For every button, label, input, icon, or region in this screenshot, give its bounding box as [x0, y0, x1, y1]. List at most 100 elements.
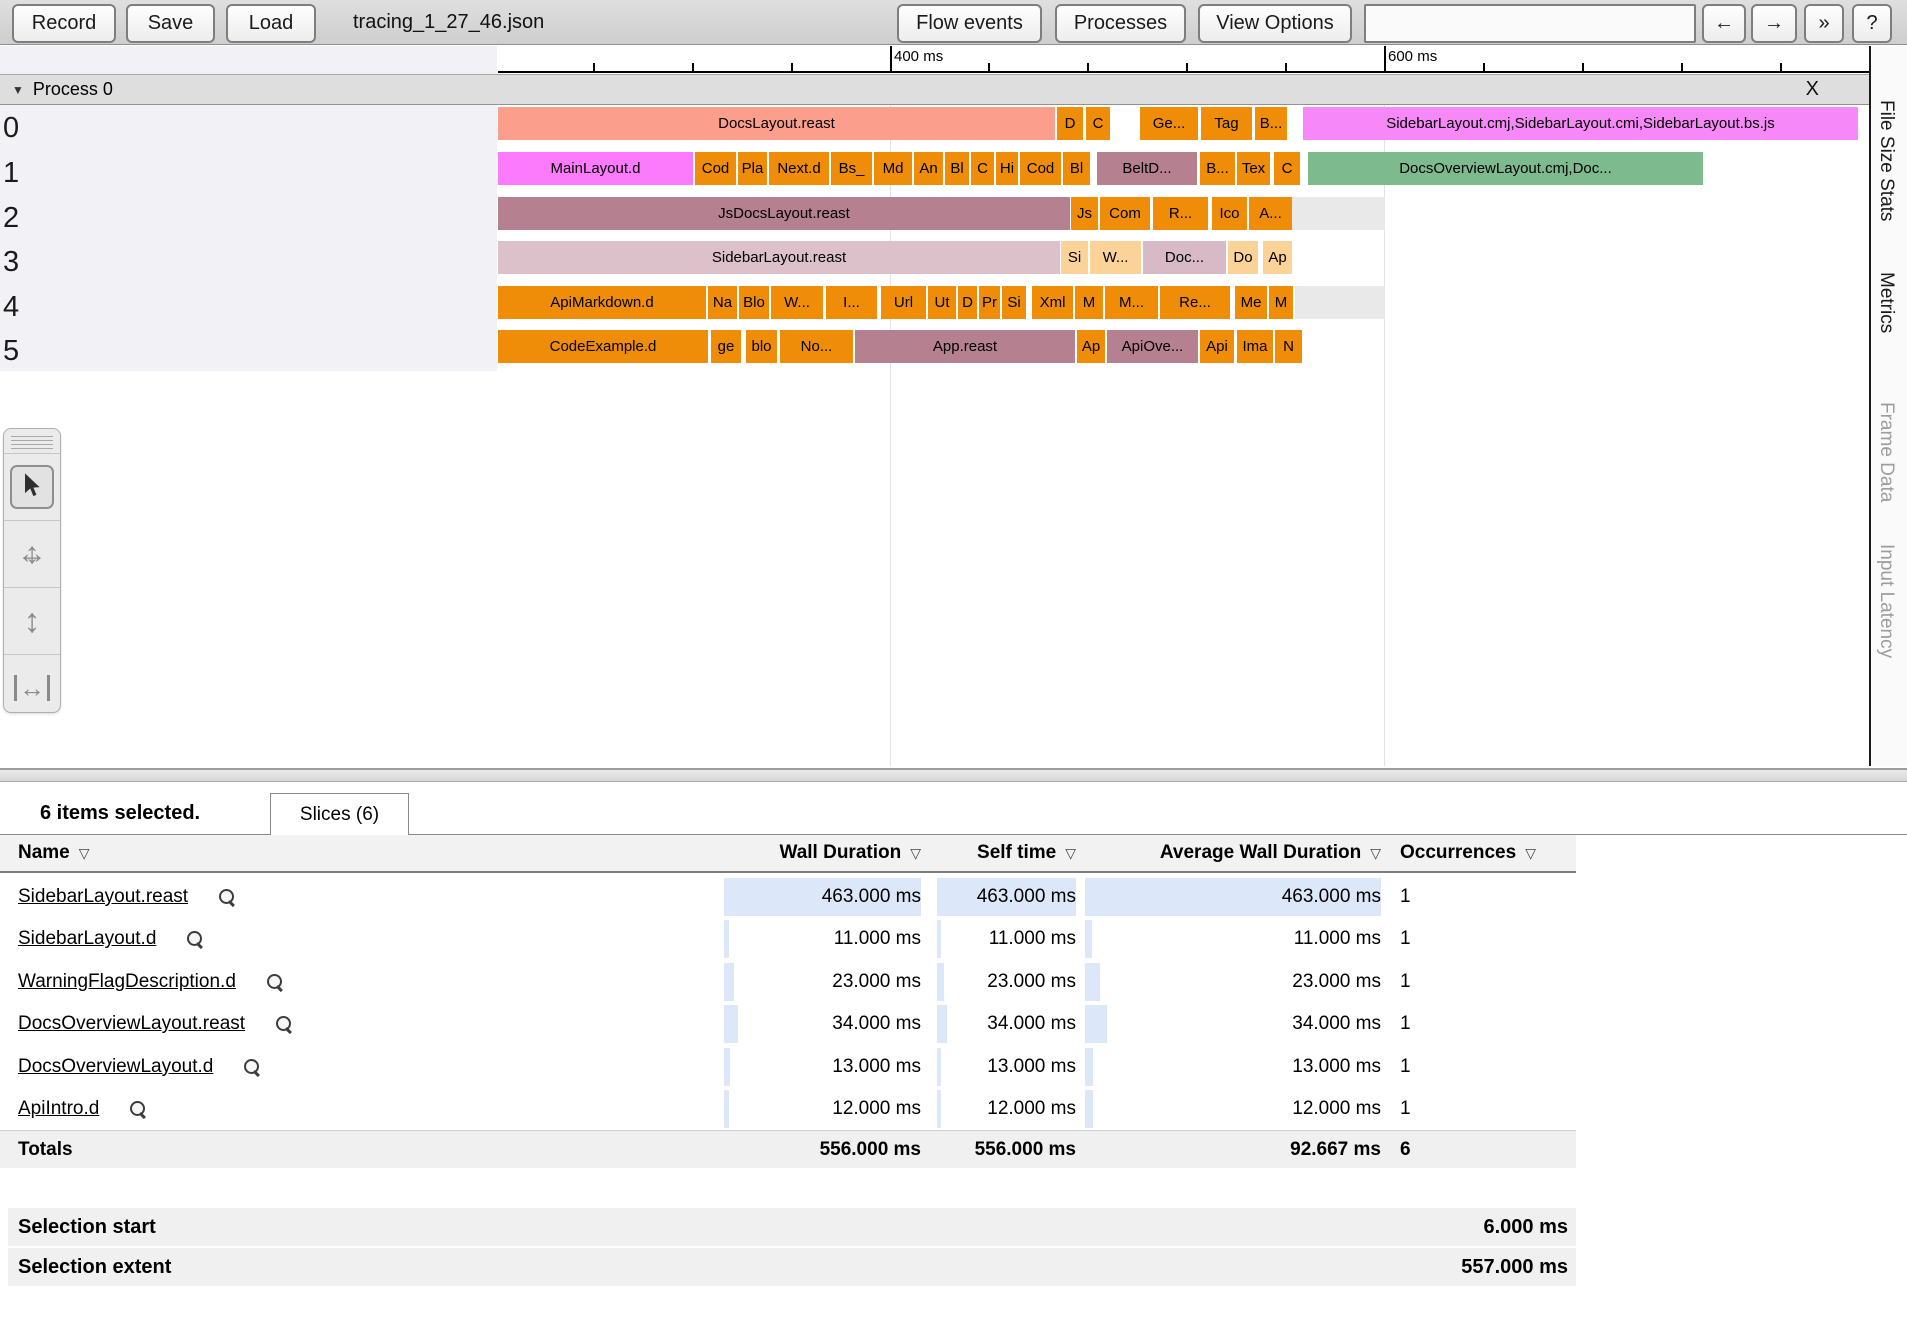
magnifier-icon[interactable]: [186, 930, 204, 948]
slice[interactable]: Next.d: [769, 152, 829, 185]
slice[interactable]: R...: [1153, 197, 1208, 230]
slice[interactable]: Md: [874, 152, 912, 185]
slice[interactable]: Ap: [1263, 241, 1292, 274]
slice[interactable]: Doc...: [1143, 241, 1226, 274]
slice[interactable]: Cod: [1020, 152, 1061, 185]
pan-tool-button[interactable]: ↔↕: [4, 521, 60, 587]
more-options-button[interactable]: »: [1804, 4, 1844, 43]
slice[interactable]: Bl: [1063, 152, 1090, 185]
column-header-wall-duration[interactable]: Wall Duration▽: [724, 835, 921, 871]
slice-name-link[interactable]: SidebarLayout.reast: [18, 886, 188, 908]
slice[interactable]: Re...: [1160, 286, 1230, 319]
column-header-self-time[interactable]: Self time▽: [937, 835, 1076, 871]
slice-name-link[interactable]: WarningFlagDescription.d: [18, 971, 236, 993]
slice[interactable]: M...: [1105, 286, 1158, 319]
slice[interactable]: Ut: [928, 286, 956, 319]
sidebar-tab-metrics[interactable]: Metrics: [1875, 272, 1897, 333]
slice[interactable]: Pla: [738, 152, 767, 185]
slice[interactable]: Api: [1200, 330, 1234, 363]
slice[interactable]: Tex: [1237, 152, 1270, 185]
slice[interactable]: Do: [1228, 241, 1258, 274]
slice[interactable]: Ap: [1077, 330, 1105, 363]
slice[interactable]: Com: [1100, 197, 1150, 230]
slice[interactable]: Si: [1061, 241, 1088, 274]
magnifier-icon[interactable]: [218, 888, 236, 906]
tab-slices[interactable]: Slices (6): [270, 793, 409, 835]
magnifier-icon[interactable]: [129, 1100, 147, 1118]
slice[interactable]: ge: [711, 330, 741, 363]
slice-name-link[interactable]: DocsOverviewLayout.reast: [18, 1013, 245, 1035]
drag-handle[interactable]: [11, 435, 53, 449]
slice[interactable]: Ima: [1237, 330, 1273, 363]
slice[interactable]: Bs_: [831, 152, 872, 185]
slice[interactable]: JsDocsLayout.reast: [498, 197, 1070, 230]
slice[interactable]: A...: [1249, 197, 1292, 230]
find-next-button[interactable]: →: [1751, 4, 1797, 43]
slice[interactable]: Cod: [695, 152, 736, 185]
slice[interactable]: W...: [1090, 241, 1141, 274]
slice[interactable]: C: [1274, 152, 1300, 185]
slice-name-link[interactable]: SidebarLayout.d: [18, 928, 156, 950]
slice[interactable]: App.reast: [855, 330, 1075, 363]
slice[interactable]: N: [1275, 330, 1302, 363]
slice[interactable]: Blo: [739, 286, 769, 319]
slice[interactable]: No...: [780, 330, 853, 363]
slice[interactable]: D: [1057, 107, 1083, 140]
slice[interactable]: Pr: [979, 286, 1000, 319]
zoom-tool-button[interactable]: ↕: [4, 588, 60, 654]
help-button[interactable]: ?: [1852, 4, 1892, 43]
slice[interactable]: M: [1269, 286, 1293, 319]
slice[interactable]: B...: [1200, 152, 1235, 185]
record-button[interactable]: Record: [12, 4, 116, 43]
sidebar-tab-file-size-stats[interactable]: File Size Stats: [1875, 100, 1897, 221]
sidebar-tab-input-latency[interactable]: Input Latency: [1875, 544, 1897, 658]
slice[interactable]: Na: [708, 286, 737, 319]
slice-name-link[interactable]: ApiIntro.d: [18, 1098, 99, 1120]
slice[interactable]: ApiOve...: [1107, 330, 1198, 363]
slice[interactable]: Bl: [945, 152, 969, 185]
slice[interactable]: Ge...: [1140, 107, 1198, 140]
find-previous-button[interactable]: ←: [1702, 4, 1746, 43]
flow-events-button[interactable]: Flow events: [897, 4, 1042, 43]
slice[interactable]: Si: [1002, 286, 1026, 319]
slice-name-link[interactable]: DocsOverviewLayout.d: [18, 1056, 213, 1078]
slice[interactable]: C: [1086, 107, 1110, 140]
slice[interactable]: Tag: [1201, 107, 1252, 140]
slice[interactable]: Url: [881, 286, 926, 319]
slice[interactable]: C: [971, 152, 994, 185]
slice[interactable]: Hi: [996, 152, 1018, 185]
panel-splitter[interactable]: [0, 768, 1907, 782]
slice[interactable]: [1295, 286, 1385, 319]
column-header-average-wall-duration[interactable]: Average Wall Duration▽: [1085, 835, 1381, 871]
slice[interactable]: D: [958, 286, 977, 319]
column-header-occurrences[interactable]: Occurrences▽: [1400, 835, 1536, 871]
slice[interactable]: Js: [1071, 197, 1098, 230]
load-button[interactable]: Load: [226, 4, 316, 43]
slice[interactable]: B...: [1255, 107, 1287, 140]
selection-tool-button[interactable]: [4, 454, 60, 520]
slice[interactable]: Me: [1235, 286, 1267, 319]
slice[interactable]: ApiMarkdown.d: [498, 286, 706, 319]
slice[interactable]: Ico: [1212, 197, 1247, 230]
slice[interactable]: SidebarLayout.cmj,SidebarLayout.cmi,Side…: [1303, 107, 1858, 140]
timing-tool-button[interactable]: ↔: [4, 655, 60, 713]
slice[interactable]: [1292, 197, 1385, 230]
magnifier-icon[interactable]: [266, 973, 284, 991]
sidebar-tab-frame-data[interactable]: Frame Data: [1875, 402, 1897, 502]
save-button[interactable]: Save: [126, 4, 215, 43]
slice[interactable]: M: [1075, 286, 1103, 319]
magnifier-icon[interactable]: [275, 1015, 293, 1033]
slice[interactable]: DocsLayout.reast: [498, 107, 1055, 140]
slice[interactable]: I...: [826, 286, 877, 319]
slice[interactable]: MainLayout.d: [498, 152, 693, 185]
column-header-name[interactable]: Name▽: [18, 835, 90, 871]
slice[interactable]: Xml: [1032, 286, 1073, 319]
slice[interactable]: blo: [746, 330, 777, 363]
slice[interactable]: W...: [771, 286, 823, 319]
processes-button[interactable]: Processes: [1055, 4, 1186, 43]
magnifier-icon[interactable]: [243, 1058, 261, 1076]
slice[interactable]: An: [914, 152, 943, 185]
search-input[interactable]: [1364, 4, 1696, 43]
view-options-button[interactable]: View Options: [1198, 4, 1352, 43]
collapse-arrow-icon[interactable]: ▼: [12, 83, 24, 97]
